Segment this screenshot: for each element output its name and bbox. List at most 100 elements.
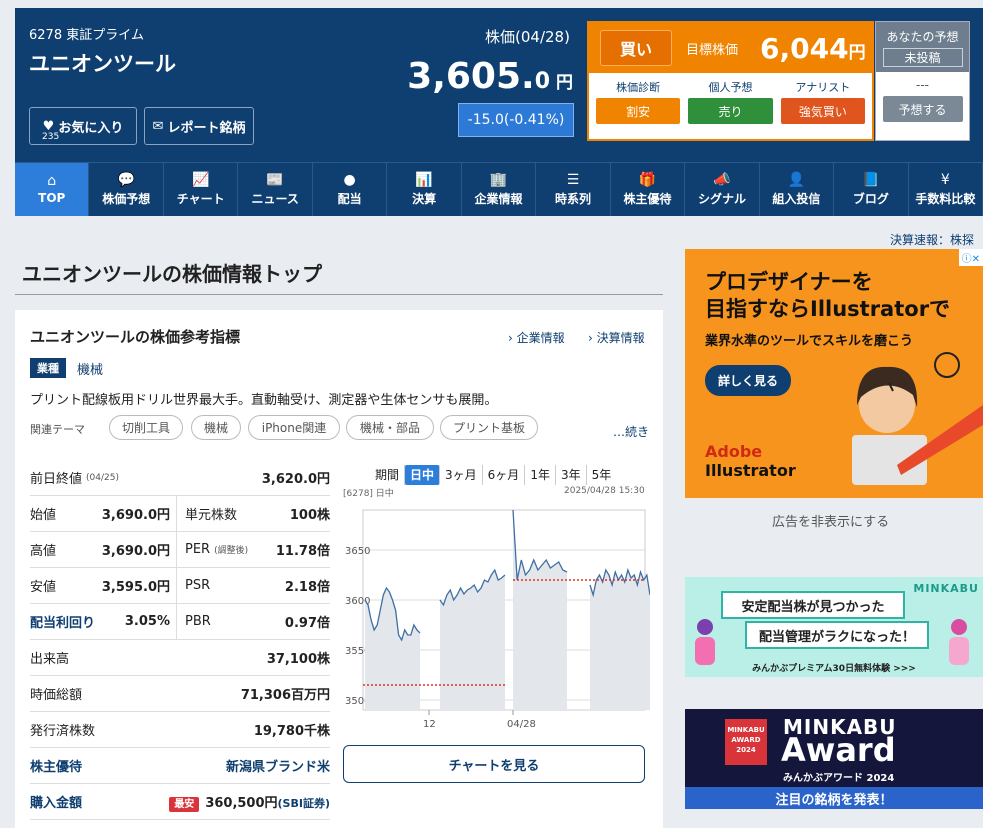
nav-item[interactable]: 📊 決算 (387, 163, 462, 216)
card-title: ユニオンツールの株価参考指標 (30, 328, 241, 346)
nav-item[interactable]: 🏢 企業情報 (462, 163, 537, 216)
table-row: 株主優待 新潟県ブランド米 (30, 748, 330, 784)
bars-icon: 📊 (415, 171, 433, 188)
table-row: 発行済株数 19,780千株 (30, 712, 330, 748)
book-icon: 📘 (862, 171, 880, 188)
nav-item[interactable]: ☰ 時系列 (536, 163, 611, 216)
page-title: ユニオンツールの株価情報トップ (22, 262, 322, 286)
table-row: 配当利回り 3.05% PBR 0.97倍 (30, 604, 330, 640)
period-label: 期間 (370, 465, 406, 485)
divider (15, 294, 663, 295)
tab-6m[interactable]: 6ヶ月 (483, 465, 526, 485)
dividend-yield-link[interactable]: 配当利回り (30, 612, 95, 631)
nav-item[interactable]: 🎁 株主優待 (611, 163, 686, 216)
ad-minkabu-premium[interactable]: MINKABU 安定配当株が見つかった 配当管理がラクになった！ みんかぶプレミ… (685, 577, 983, 677)
indicator-card: ユニオンツールの株価参考指標 › 企業情報 › 決算情報 業種 機械 プリント配… (15, 310, 663, 828)
ad-info-icon[interactable]: ⓘ✕ (958, 249, 983, 266)
cheapest-badge: 最安 (169, 797, 200, 812)
signal-badge[interactable]: 買い (600, 30, 672, 66)
nav-label: 株価予想 (102, 191, 151, 206)
person-icon: 👤 (787, 171, 806, 188)
forecast-button[interactable]: 予想する (882, 96, 963, 122)
price-label: 株価(04/28) (485, 28, 570, 46)
target-label: 目標株価 (686, 42, 739, 58)
theme-tag[interactable]: 機械・部品 (346, 415, 434, 440)
table-row: 時価総額 71,306百万円 (30, 676, 330, 712)
tab-5y[interactable]: 5年 (587, 465, 617, 485)
stock-header: 6278 東証プライム ユニオンツール ♥ お気に入り 235 ✉ レポート銘柄… (15, 8, 983, 162)
view-chart-button[interactable]: チャートを見る (343, 745, 645, 783)
rating-individual[interactable]: 個人予想 売り (688, 79, 773, 124)
purchase-link[interactable]: 購入金額 (30, 792, 82, 811)
ad-minkabu-award[interactable]: MINKABU AWARD 2024 MINKABU Award みんかぶアワー… (685, 709, 983, 809)
table-row: 高値 3,690.0円 PER (調整後) 11.78倍 (30, 532, 330, 568)
hide-ads-link[interactable]: 広告を非表示にする (772, 511, 889, 530)
x-tick-label: 04/28 (507, 719, 536, 730)
tab-3y[interactable]: 3年 (556, 465, 587, 485)
company-info-link[interactable]: › 企業情報 (508, 329, 565, 346)
nav-item[interactable]: 👤 組入投信 (760, 163, 835, 216)
ad-person-icon (949, 619, 969, 665)
chart-area-segment (590, 570, 650, 710)
nav-item[interactable]: 📰 ニュース (238, 163, 313, 216)
chart-timestamp: 2025/04/28 15:30 (564, 486, 645, 496)
report-button[interactable]: ✉ レポート銘柄 (144, 107, 254, 145)
your-forecast-label: あなたの予想 (886, 30, 959, 44)
y-tick-label: 3650 (345, 546, 370, 557)
rating-analyst[interactable]: アナリスト 強気買い (780, 79, 865, 124)
award-badge: MINKABU AWARD 2024 (725, 719, 767, 765)
table-row: 安値 3,595.0円 PSR 2.18倍 (30, 568, 330, 604)
news-icon: 📰 (266, 171, 284, 188)
benefit-value[interactable]: 新潟県ブランド米 (226, 756, 330, 775)
theme-tag[interactable]: iPhone関連 (248, 415, 340, 440)
mail-icon: ✉ (152, 118, 164, 134)
megaphone-icon: 📣 (713, 171, 731, 188)
x-tick-label: 12 (423, 719, 436, 730)
building-icon: 🏢 (489, 171, 508, 188)
report-label: レポート銘柄 (167, 120, 246, 136)
table-row: 前日終値 (04/25) 3,620.0円 (30, 460, 330, 496)
nav-item[interactable]: 📣 シグナル (685, 163, 760, 216)
more-link[interactable]: …続き (613, 423, 649, 440)
nav-item[interactable]: ¥ 手数料比較 (909, 163, 983, 216)
tab-3m[interactable]: 3ヶ月 (440, 465, 483, 485)
nav-item[interactable]: 💬 株価予想 (89, 163, 164, 216)
nav-label: 株主優待 (623, 191, 672, 206)
ad-illustration (852, 352, 983, 485)
intraday-chart[interactable]: 365036003550350012 04/28 (345, 500, 650, 740)
benefit-link[interactable]: 株主優待 (30, 756, 82, 775)
nav-item[interactable]: ● 配当 (313, 163, 388, 216)
nav-label: チャート (176, 191, 225, 206)
nav-label: TOP (38, 191, 66, 205)
nav-item[interactable]: 📘 ブログ (834, 163, 909, 216)
earnings-info-link[interactable]: › 決算情報 (588, 329, 645, 346)
favorite-button[interactable]: ♥ お気に入り 235 (29, 107, 137, 145)
stock-price: 3,605.0 円 (407, 56, 573, 97)
theme-tag[interactable]: 切削工具 (109, 415, 183, 440)
theme-tag[interactable]: プリント基板 (440, 415, 538, 440)
ad-person-icon (695, 619, 715, 665)
tab-1y[interactable]: 1年 (525, 465, 556, 485)
stock-code-market: 6278 東証プライム (29, 28, 144, 43)
nav-label: 手数料比較 (915, 191, 976, 206)
your-forecast-status: 未投稿 (882, 48, 963, 67)
table-row: 出来高 37,100株 (30, 640, 330, 676)
ad-cta-button[interactable]: 詳しく見る (705, 365, 791, 396)
chevron-right-icon: › (588, 331, 593, 345)
kessan-link[interactable]: 決算速報：株探 (890, 231, 974, 248)
nav-top[interactable]: ⌂ TOP (15, 163, 90, 216)
table-row: 始値 3,690.0円 単元株数 100株 (30, 496, 330, 532)
price-change: -15.0(-0.41%) (458, 103, 574, 137)
nav-label: 決算 (412, 191, 437, 206)
home-icon: ⌂ (47, 173, 57, 189)
industry-link[interactable]: 機械 (77, 359, 103, 378)
rating-diagnosis[interactable]: 株価診断 割安 (596, 79, 681, 124)
theme-tag[interactable]: 機械 (191, 415, 241, 440)
stats-table: 前日終値 (04/25) 3,620.0円 始値 3,690.0円 単元株数 100株… (30, 460, 330, 820)
gift-icon: 🎁 (638, 171, 657, 188)
nav-item[interactable]: 📈 チャート (164, 163, 239, 216)
tab-intraday[interactable]: 日中 (405, 465, 441, 485)
rating-box: 買い 目標株価 6,044円 株価診断 割安 個人予想 売り アナリスト 強気買… (587, 21, 874, 141)
nav-label: ブログ (852, 191, 889, 206)
ad-illustrator[interactable]: ⓘ✕ プロデザイナーを 目指すならIllustratorで 業界水準のツールでスキ… (685, 249, 983, 498)
